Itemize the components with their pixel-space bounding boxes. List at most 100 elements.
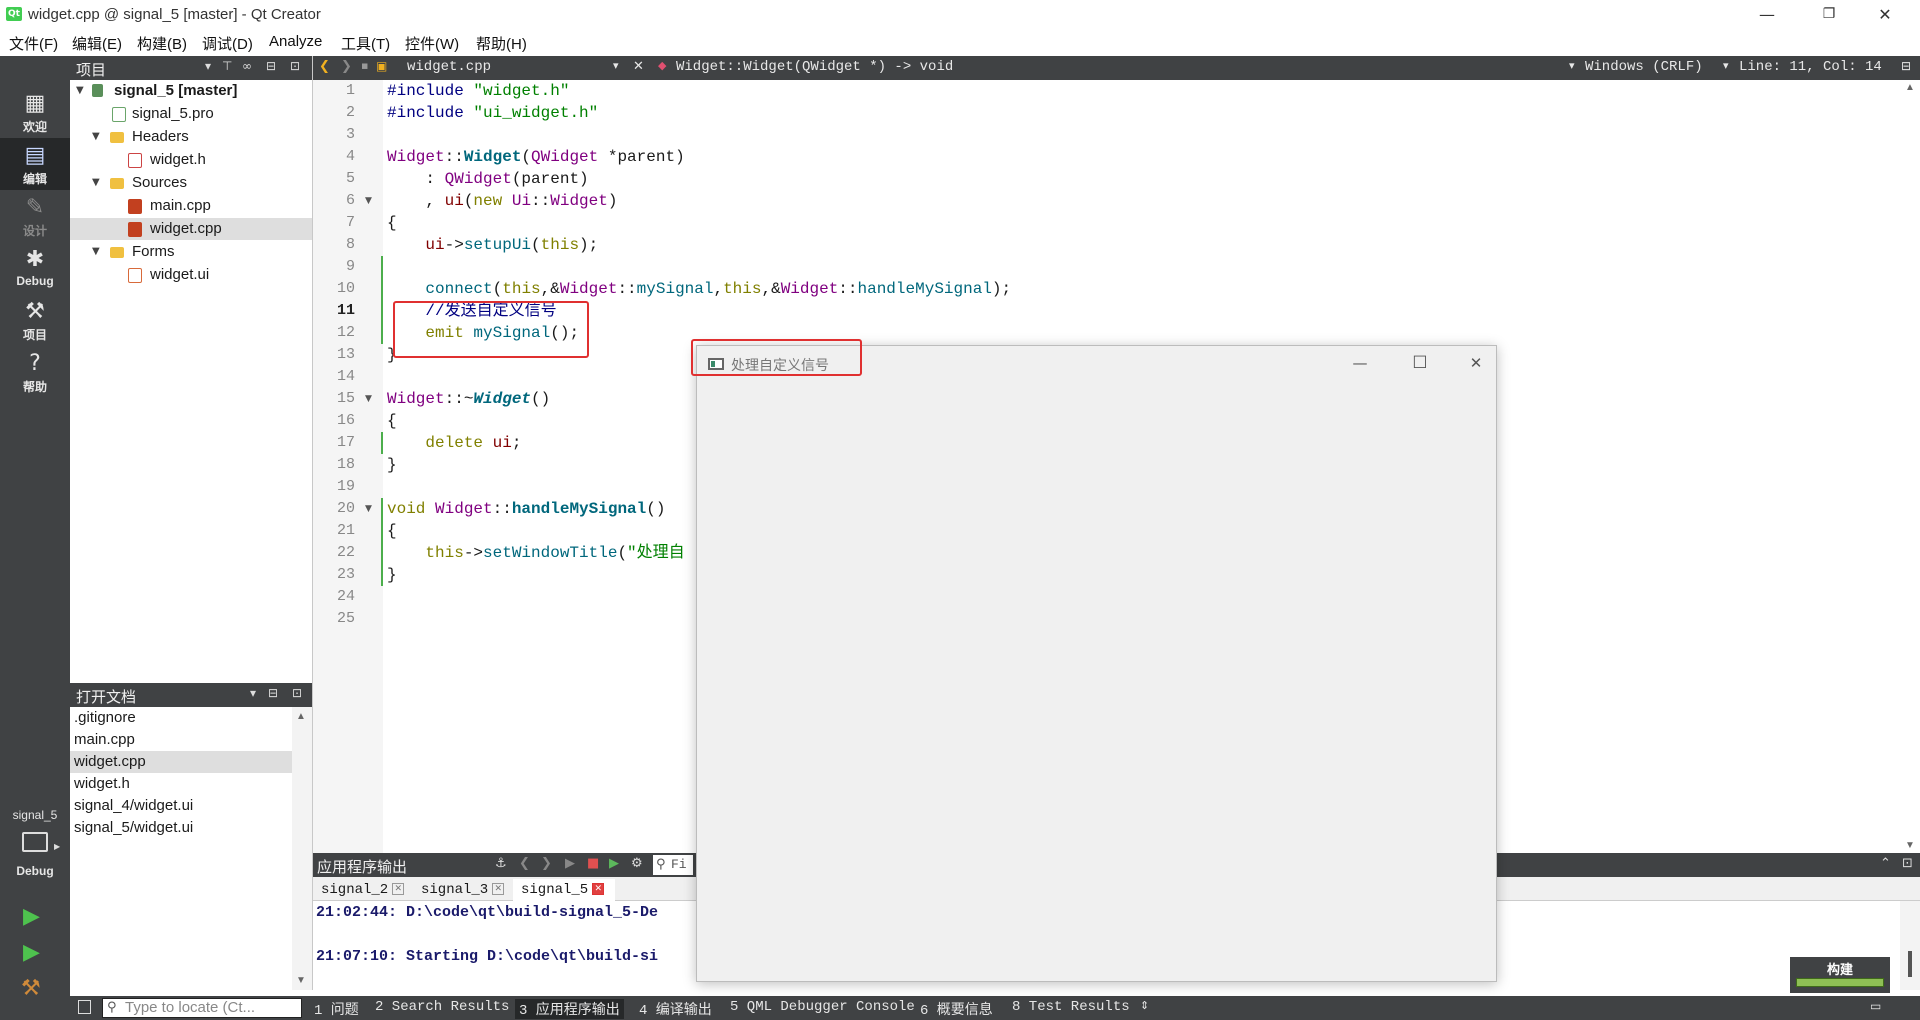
open-doc-item[interactable]: widget.cpp [70, 751, 292, 773]
editor-scrollbar[interactable]: ▲ ▼ [1900, 80, 1920, 853]
fold-arrow-icon[interactable]: ▼ [365, 388, 372, 410]
scroll-down-icon[interactable]: ▼ [1905, 840, 1915, 851]
stop-icon[interactable]: ■ [587, 856, 599, 871]
tree-item-widget-ui[interactable]: widget.ui [70, 264, 312, 286]
pane-general-messages[interactable]: 6 概要信息 [920, 999, 993, 1019]
tree-item-headers[interactable]: ▼ Headers [70, 126, 312, 148]
close-pane-icon[interactable]: ⊡ [292, 686, 302, 700]
run-icon[interactable]: ▶ [23, 904, 40, 929]
open-doc-item[interactable]: widget.h [70, 773, 292, 795]
expand-arrow-icon[interactable]: ▼ [92, 172, 100, 194]
attach-icon[interactable]: ⚓ [495, 856, 507, 871]
pane-search-results[interactable]: 2 Search Results [375, 999, 509, 1015]
build-hammer-icon[interactable]: ⚒ [21, 976, 41, 1001]
pane-test-results[interactable]: 8 Test Results [1012, 999, 1130, 1015]
expand-arrow-icon[interactable]: ▼ [76, 80, 84, 102]
build-progress[interactable]: 构建 [1790, 957, 1890, 993]
close-tab-icon[interactable]: ✕ [492, 883, 505, 896]
close-file-icon[interactable]: ✕ [633, 59, 644, 74]
minimize-button[interactable]: — [1744, 0, 1790, 29]
mode-debug[interactable]: ✱ Debug [0, 242, 70, 294]
mode-welcome[interactable]: ▦ 欢迎 [0, 86, 70, 138]
app-minimize-button[interactable]: — [1337, 348, 1383, 379]
split-icon[interactable]: ⊟ [268, 686, 278, 700]
output-tab-active[interactable]: signal_5 ✕ [513, 879, 615, 901]
back-arrow-icon[interactable]: ❮ [319, 59, 330, 74]
open-doc-item[interactable]: signal_4/widget.ui [70, 795, 292, 817]
filter-icon[interactable]: ⊤ [222, 59, 232, 73]
menu-file[interactable]: 文件(F) [9, 33, 58, 54]
mode-design[interactable]: ✎ 设计 [0, 190, 70, 242]
app-maximize-button[interactable]: ☐ [1397, 348, 1443, 379]
mode-help[interactable]: ? 帮助 [0, 346, 70, 398]
dropdown-arrow-icon[interactable]: ▾ [205, 59, 211, 73]
tree-item-widget-cpp[interactable]: widget.cpp [70, 218, 312, 240]
pane-issues[interactable]: 1 问题 [314, 999, 359, 1019]
pane-qml-console[interactable]: 5 QML Debugger Console [730, 999, 915, 1015]
menu-edit[interactable]: 编辑(E) [72, 33, 122, 54]
menu-tools[interactable]: 工具(T) [341, 33, 390, 54]
line-ending-selector[interactable]: Windows (CRLF) [1585, 59, 1703, 75]
app-close-button[interactable]: ✕ [1453, 348, 1499, 379]
forward-arrow-icon[interactable]: ❯ [341, 59, 352, 74]
cursor-position[interactable]: Line: 11, Col: 14 [1739, 59, 1882, 75]
menu-debug[interactable]: 调试(D) [202, 33, 253, 54]
scroll-up-icon[interactable]: ▲ [1905, 82, 1915, 93]
pane-compile-output[interactable]: 4 编译输出 [639, 999, 712, 1019]
output-tab[interactable]: signal_3 ✕ [413, 879, 513, 901]
next-icon[interactable]: ❯ [541, 856, 552, 871]
mode-projects[interactable]: ⚒ 项目 [0, 294, 70, 346]
split-editor-icon[interactable]: ⊟ [1901, 59, 1911, 73]
symbol-selector[interactable]: Widget::Widget(QWidget *) -> void [676, 59, 953, 75]
scroll-up-icon[interactable]: ▲ [296, 711, 306, 722]
tree-item-forms[interactable]: ▼ Forms [70, 241, 312, 263]
tree-item-widget-h[interactable]: widget.h [70, 149, 312, 171]
menu-help[interactable]: 帮助(H) [476, 33, 527, 54]
menu-build[interactable]: 构建(B) [137, 33, 187, 54]
close-tab-icon[interactable]: ✕ [592, 883, 605, 896]
maximize-pane-icon[interactable]: ⌃ [1880, 856, 1891, 871]
output-scrollbar[interactable] [1900, 901, 1920, 990]
settings-gear-icon[interactable]: ⚙ [631, 856, 643, 871]
scroll-thumb[interactable] [1908, 951, 1912, 977]
open-doc-item[interactable]: .gitignore [70, 707, 292, 729]
more-panes-icon[interactable]: ⇕ [1140, 999, 1149, 1012]
link-icon[interactable]: ∞ [242, 59, 252, 73]
menu-analyze[interactable]: Analyze [269, 33, 322, 50]
output-toggle-icon[interactable]: ▭ [1870, 999, 1881, 1013]
toggle-sidebar-icon[interactable] [78, 1000, 91, 1014]
app-window[interactable]: 处理自定义信号 — ☐ ✕ [696, 345, 1497, 982]
rerun-icon[interactable]: ▶ [565, 856, 575, 871]
monitor-icon[interactable] [22, 832, 48, 852]
output-tab[interactable]: signal_2 ✕ [313, 879, 413, 901]
restore-button[interactable]: ❐ [1806, 0, 1852, 29]
dropdown-arrow-icon[interactable]: ▾ [250, 686, 256, 700]
current-file-name[interactable]: widget.cpp [407, 59, 491, 75]
expand-arrow-icon[interactable]: ▼ [92, 241, 100, 263]
fold-arrow-icon[interactable]: ▼ [365, 190, 372, 212]
debug-attach-icon[interactable]: ▶ [609, 856, 619, 871]
tree-item-pro[interactable]: signal_5.pro [70, 103, 312, 125]
open-doc-item[interactable]: signal_5/widget.ui [70, 817, 292, 839]
close-button[interactable]: ✕ [1862, 0, 1908, 29]
expand-arrow-icon[interactable]: ▼ [92, 126, 100, 148]
menu-controls[interactable]: 控件(W) [405, 33, 459, 54]
tree-item-root[interactable]: ▼ signal_5 [master] [70, 80, 312, 102]
close-pane-icon[interactable]: ⊡ [290, 59, 300, 73]
debug-run-icon[interactable]: ▶ [23, 940, 40, 965]
project-pane-title[interactable]: 项目 [76, 59, 106, 80]
close-tab-icon[interactable]: ✕ [392, 883, 405, 896]
locator-input[interactable]: ⚲ Type to locate (Ct... [102, 998, 302, 1018]
open-docs-scrollbar[interactable]: ▲ ▼ [292, 707, 312, 990]
fold-arrow-icon[interactable]: ▼ [365, 498, 372, 520]
prev-icon[interactable]: ❮ [519, 856, 530, 871]
line-ending-dropdown-icon[interactable]: ▾ [1723, 59, 1729, 72]
scroll-down-icon[interactable]: ▼ [296, 975, 306, 986]
symbol-dropdown-icon[interactable]: ▾ [1569, 59, 1575, 72]
output-filter-input[interactable]: ⚲ Fi [653, 855, 693, 875]
tree-item-main-cpp[interactable]: main.cpp [70, 195, 312, 217]
tree-item-sources[interactable]: ▼ Sources [70, 172, 312, 194]
open-doc-item[interactable]: main.cpp [70, 729, 292, 751]
close-pane-icon[interactable]: ⊡ [1902, 856, 1913, 871]
pane-app-output[interactable]: 3 应用程序输出 [515, 999, 624, 1019]
